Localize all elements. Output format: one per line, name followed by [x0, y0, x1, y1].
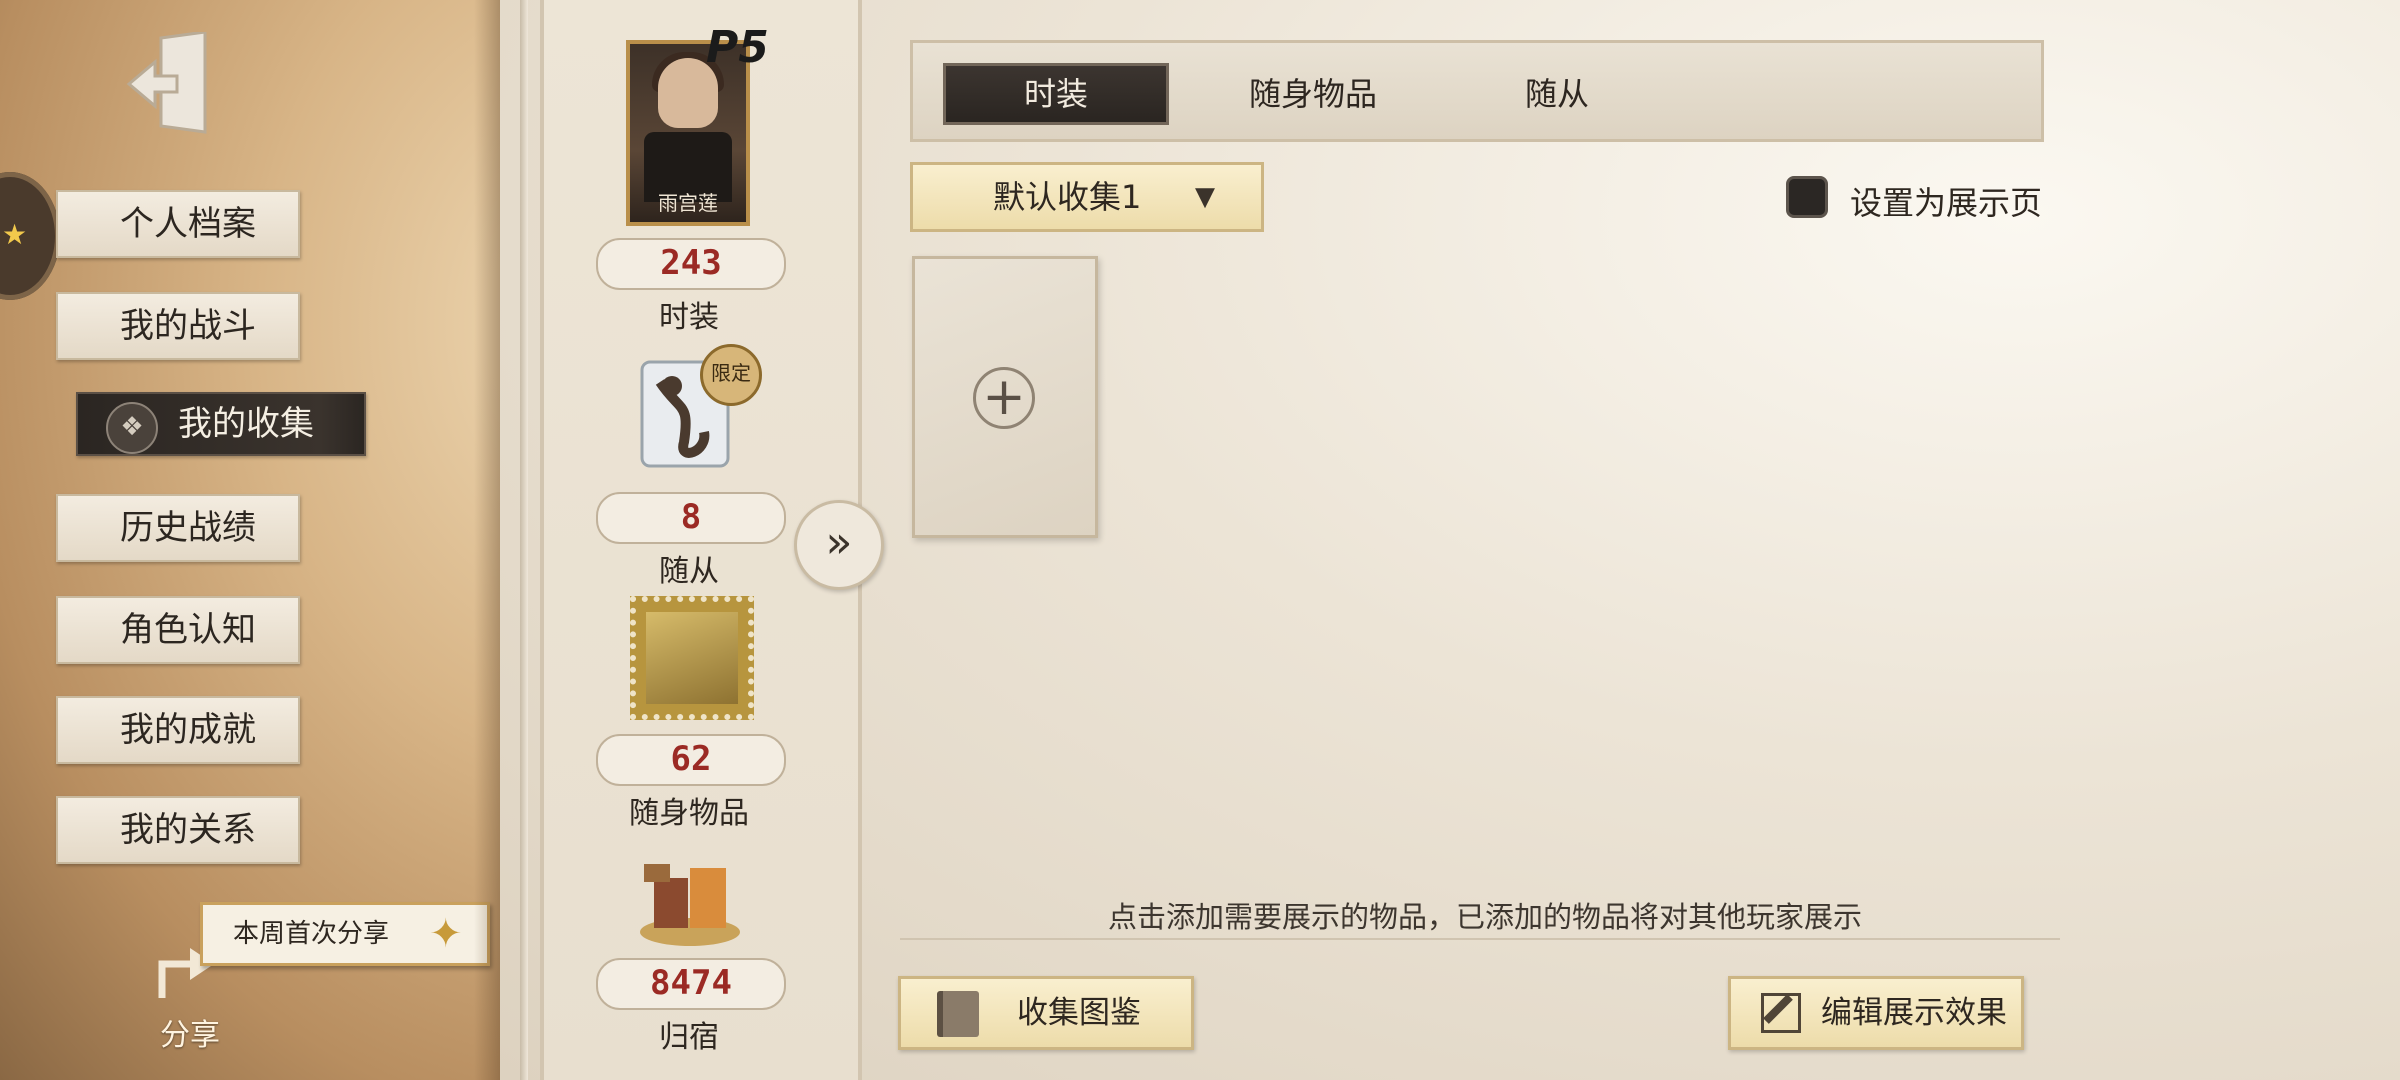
display-hint: 点击添加需要展示的物品，已添加的物品将对其他玩家展示	[1108, 900, 1863, 934]
chevron-down-icon: ▼	[1195, 182, 1215, 212]
edit-icon	[1761, 993, 1801, 1033]
sidebar-item-label: 我的收集	[178, 404, 314, 444]
avatar[interactable]: ★	[0, 172, 60, 300]
collection-select-value: 默认收集1	[993, 178, 1142, 216]
shield-icon: ❖	[106, 402, 158, 454]
sidebar-item-profile[interactable]: 个人档案	[56, 190, 300, 258]
share-label[interactable]: 分享	[160, 1010, 220, 1054]
sidebar-item-collection[interactable]: ❖ 我的收集	[76, 392, 366, 456]
home-label: 归宿	[659, 1020, 719, 1055]
plus-icon: +	[973, 367, 1035, 429]
collection-catalog-button[interactable]: 收集图鉴	[898, 976, 1194, 1050]
showcase-label[interactable]: 设置为展示页	[1850, 178, 2042, 224]
limited-tag: 限定	[700, 344, 762, 406]
first-share-badge[interactable]: 本周首次分享 ✦	[200, 902, 490, 966]
divider	[900, 938, 2060, 940]
card-name: 雨宫莲	[658, 191, 718, 215]
share-badge-text: 本周首次分享	[233, 919, 390, 949]
accessory-label: 随身物品	[629, 796, 749, 831]
expand-arrow-button[interactable]: »	[794, 500, 884, 590]
costume-label: 时装	[659, 300, 719, 335]
tab-pet[interactable]: 随从	[1497, 63, 1617, 125]
sidebar-item-role-cognition[interactable]: 角色认知	[56, 596, 300, 664]
sidebar-item-history[interactable]: 历史战绩	[56, 494, 300, 562]
edit-button-label: 编辑展示效果	[1821, 995, 2007, 1031]
home-icon[interactable]	[634, 854, 746, 950]
book-icon	[937, 991, 979, 1037]
sidebar-item-achievements[interactable]: 我的成就	[56, 696, 300, 764]
category-tabbar: 时装 随身物品 随从	[910, 40, 2044, 142]
costume-count: 243	[596, 238, 786, 290]
exit-icon[interactable]	[125, 32, 225, 137]
add-item-slot[interactable]: +	[912, 256, 1098, 538]
catalog-button-label: 收集图鉴	[1017, 995, 1141, 1031]
collection-select[interactable]: 默认收集1 ▼	[910, 162, 1264, 232]
accessory-stamp-icon[interactable]	[630, 596, 754, 720]
left-sidebar: ★ 个人档案 我的战斗 ❖ 我的收集 历史战绩 角色认知 我的成就 我的关系 本…	[0, 0, 500, 1080]
accessory-count: 62	[596, 734, 786, 786]
tab-accessory[interactable]: 随身物品	[1213, 63, 1413, 125]
pet-count: 8	[596, 492, 786, 544]
tab-costume[interactable]: 时装	[943, 63, 1169, 125]
puzzle-icon: ✦	[429, 911, 463, 957]
showcase-checkbox[interactable]	[1786, 176, 1828, 218]
star-icon: ★	[2, 218, 28, 251]
sidebar-item-battle[interactable]: 我的战斗	[56, 292, 300, 360]
double-chevron-icon: »	[825, 517, 853, 568]
stamp-art	[646, 612, 738, 704]
edit-display-button[interactable]: 编辑展示效果	[1728, 976, 2024, 1050]
sidebar-item-relations[interactable]: 我的关系	[56, 796, 300, 864]
pet-label: 随从	[659, 554, 719, 589]
persona5-logo: P5	[706, 22, 769, 73]
home-count: 8474	[596, 958, 786, 1010]
